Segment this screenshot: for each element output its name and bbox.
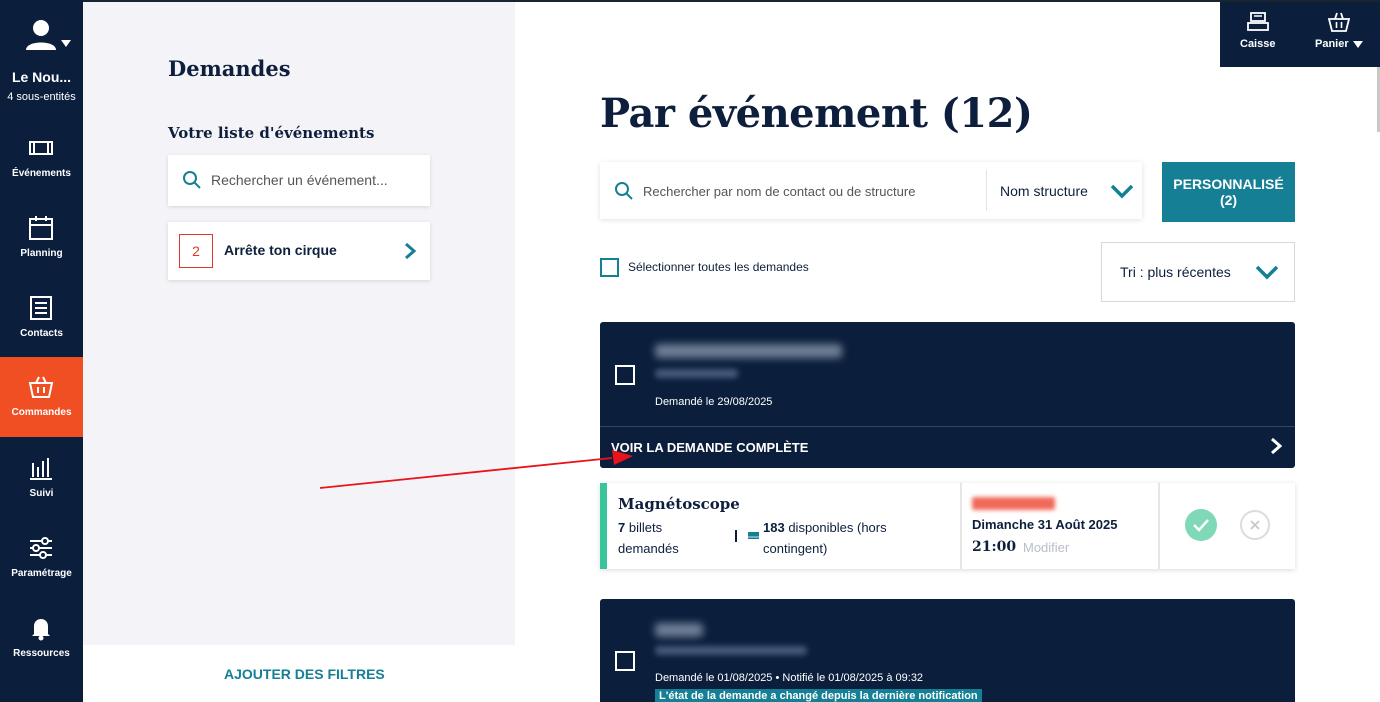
divider	[986, 170, 987, 211]
event-label-redacted	[972, 497, 1055, 510]
main-nav: Le Nou... 4 sous-entités Événements Plan…	[0, 0, 83, 702]
nav-label: Paramétrage	[11, 568, 72, 579]
panel-footer: AJOUTER DES FILTRES	[83, 645, 515, 702]
nav-item-planning[interactable]: Planning	[0, 198, 83, 278]
sort-select[interactable]: Tri : plus récentes	[1101, 242, 1295, 302]
event-search-input[interactable]: Rechercher un événement...	[168, 155, 430, 206]
available-count: 183	[763, 520, 785, 535]
accept-button[interactable]	[1185, 509, 1217, 541]
request-card: Demandé le 01/08/2025 • Notifié le 01/08…	[600, 599, 1295, 702]
ticket-icon	[748, 532, 759, 539]
contact-sub-redacted	[655, 646, 807, 655]
select-all-label: Sélectionner toutes les demandes	[628, 260, 809, 274]
chevron-down-icon[interactable]	[1110, 184, 1134, 199]
contact-search-input[interactable]: Rechercher par nom de contact ou de stru…	[643, 184, 915, 199]
nav-item-ressources[interactable]: Ressources	[0, 598, 83, 678]
nav-label: Événements	[12, 168, 71, 179]
calendar-icon	[29, 216, 53, 240]
personalise-label: PERSONNALISÉ	[1173, 176, 1284, 192]
user-menu[interactable]: Le Nou... 4 sous-entités	[0, 0, 83, 117]
requested-tickets: 7 billets demandés	[618, 517, 718, 559]
nav-item-commandes[interactable]: Commandes	[0, 357, 83, 437]
personalise-count: (2)	[1219, 192, 1238, 208]
event-list-heading: Votre liste d'événements	[168, 124, 375, 142]
close-icon	[1250, 520, 1260, 530]
divider	[960, 483, 962, 569]
request-date: Demandé le 01/08/2025 • Notifié le 01/08…	[655, 672, 924, 684]
panier-label: Panier	[1315, 38, 1349, 50]
nav-item-contacts[interactable]: Contacts	[0, 278, 83, 358]
reject-button[interactable]	[1240, 510, 1270, 540]
user-icon	[26, 20, 56, 50]
page-title: Par événement (12)	[600, 90, 1033, 137]
chevron-right-icon[interactable]	[1270, 437, 1282, 455]
top-actions: Caisse Panier	[1220, 2, 1380, 67]
separator	[735, 530, 737, 542]
contact-name-redacted	[655, 623, 703, 637]
sort-value: Tri : plus récentes	[1120, 264, 1231, 280]
search-icon	[183, 171, 201, 189]
contact-search-bar: Rechercher par nom de contact ou de stru…	[600, 162, 1142, 219]
search-placeholder: Rechercher un événement...	[211, 172, 388, 188]
request-checkbox[interactable]	[615, 365, 635, 385]
sliders-icon	[30, 537, 52, 559]
search-field-select[interactable]: Nom structure	[1000, 183, 1088, 199]
basket-icon	[1327, 12, 1350, 32]
user-name: Le Nou...	[11, 69, 72, 85]
chevron-right-icon	[405, 242, 417, 260]
basket-icon	[28, 376, 54, 398]
event-list-item[interactable]: 2 Arrête ton cirque	[168, 222, 430, 280]
chart-icon	[30, 458, 52, 480]
product-name: Magnétoscope	[618, 495, 740, 513]
nav-label: Ressources	[13, 648, 70, 659]
chevron-down-icon	[61, 40, 71, 47]
ticket-icon	[29, 141, 53, 155]
available-tickets: 183 disponibles (hors contingent)	[763, 517, 933, 559]
bell-icon	[32, 619, 50, 641]
chevron-down-icon	[1352, 40, 1363, 48]
requests-panel: Demandes Votre liste d'événements Recher…	[83, 2, 515, 645]
request-date: Demandé le 29/08/2025	[655, 396, 773, 408]
divider	[1158, 483, 1160, 569]
panel-title: Demandes	[168, 56, 291, 81]
add-filters-button[interactable]: AJOUTER DES FILTRES	[224, 666, 385, 682]
event-name: Arrête ton cirque	[224, 242, 337, 258]
request-checkbox[interactable]	[615, 651, 635, 671]
request-count-badge: 2	[179, 234, 213, 268]
requested-count: 7	[618, 520, 626, 535]
user-subentities: 4 sous-entités	[7, 91, 76, 103]
status-changed-badge: L'état de la demande a changé depuis la …	[655, 689, 982, 702]
nav-label: Commandes	[11, 407, 72, 418]
event-time: 21:00	[972, 539, 1017, 555]
modify-link[interactable]: Modifier	[1023, 540, 1069, 555]
contacts-icon	[30, 296, 52, 320]
contact-name-redacted	[655, 344, 842, 358]
event-date: Dimanche 31 Août 2025	[972, 517, 1118, 532]
caisse-button[interactable]: Caisse	[1240, 12, 1275, 50]
panier-button[interactable]: Panier	[1315, 12, 1363, 50]
view-full-request-link[interactable]: VOIR LA DEMANDE COMPLÈTE	[611, 440, 808, 455]
personalise-filter-button[interactable]: PERSONNALISÉ (2)	[1162, 162, 1295, 222]
search-icon	[615, 182, 633, 200]
nav-label: Planning	[20, 248, 63, 259]
cash-register-icon	[1246, 12, 1269, 31]
nav-item-evenements[interactable]: Événements	[0, 118, 83, 198]
nav-item-suivi[interactable]: Suivi	[0, 438, 83, 518]
contact-sub-redacted	[655, 369, 738, 378]
nav-label: Suivi	[29, 488, 54, 499]
select-all-checkbox[interactable]	[600, 258, 619, 277]
caisse-label: Caisse	[1240, 38, 1276, 50]
request-item-row: Magnétoscope 7 billets demandés 183 disp…	[600, 483, 1295, 569]
nav-item-parametrage[interactable]: Paramétrage	[0, 518, 83, 598]
nav-label: Contacts	[20, 328, 63, 339]
requested-label: billets demandés	[618, 520, 679, 556]
divider	[600, 426, 1295, 427]
request-card: Demandé le 29/08/2025 VOIR LA DEMANDE CO…	[600, 322, 1295, 468]
chevron-down-icon	[1255, 265, 1279, 280]
check-icon	[1193, 519, 1209, 532]
